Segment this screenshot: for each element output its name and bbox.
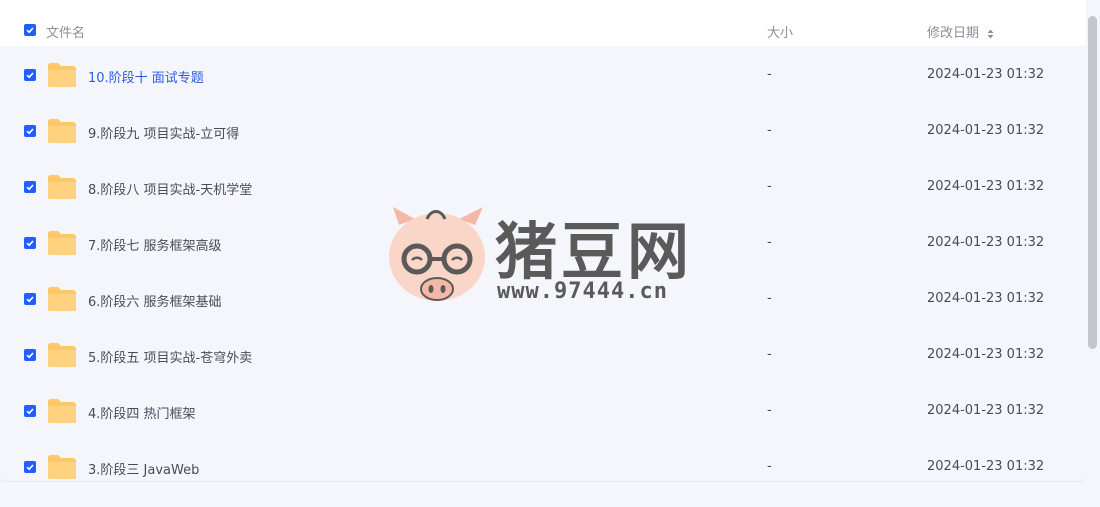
file-row[interactable]: 8.阶段八 项目实战-天机学堂 - 2024-01-23 01:32 [0,158,1086,214]
column-header-size[interactable]: 大小 [767,22,793,41]
file-modified-date: 2024-01-23 01:32 [927,179,1045,194]
checkmark-icon [26,240,34,247]
file-modified-date: 2024-01-23 01:32 [927,67,1045,82]
file-name-link[interactable]: 8.阶段八 项目实战-天机学堂 [88,179,252,198]
file-list-panel: 文件名 大小 修改日期 10.阶段十 面试专题 - 2024-01-23 01:32… [0,0,1086,482]
checkmark-icon [26,352,34,359]
checkmark-icon [26,27,34,34]
folder-icon [48,343,76,367]
file-size: - [767,347,772,362]
folder-icon [48,399,76,423]
checkmark-icon [26,72,34,79]
file-row[interactable]: 4.阶段四 热门框架 - 2024-01-23 01:32 [0,382,1086,438]
folder-icon [48,175,76,199]
file-list-header: 文件名 大小 修改日期 [0,0,1086,46]
file-size: - [767,459,772,474]
file-row[interactable]: 7.阶段七 服务框架高级 - 2024-01-23 01:32 [0,214,1086,270]
file-name-link[interactable]: 9.阶段九 项目实战-立可得 [88,123,239,142]
file-name-link[interactable]: 10.阶段十 面试专题 [88,67,204,86]
file-row[interactable]: 10.阶段十 面试专题 - 2024-01-23 01:32 [0,46,1086,102]
file-size: - [767,235,772,250]
file-size: - [767,291,772,306]
file-name-link[interactable]: 5.阶段五 项目实战-苍穹外卖 [88,347,252,366]
select-all-checkbox[interactable] [24,24,36,36]
file-modified-date: 2024-01-23 01:32 [927,347,1045,362]
file-size: - [767,403,772,418]
file-modified-date: 2024-01-23 01:32 [927,459,1045,474]
file-size: - [767,123,772,138]
file-name-link[interactable]: 4.阶段四 热门框架 [88,403,196,422]
checkmark-icon [26,128,34,135]
checkmark-icon [26,184,34,191]
folder-icon [48,287,76,311]
file-row[interactable]: 9.阶段九 项目实战-立可得 - 2024-01-23 01:32 [0,102,1086,158]
row-checkbox[interactable] [24,125,36,137]
row-checkbox[interactable] [24,181,36,193]
file-modified-date: 2024-01-23 01:32 [927,123,1045,138]
file-name-link[interactable]: 7.阶段七 服务框架高级 [88,235,222,254]
file-size: - [767,179,772,194]
sort-icon[interactable] [987,29,994,39]
folder-icon [48,63,76,87]
checkmark-icon [26,408,34,415]
row-checkbox[interactable] [24,349,36,361]
row-checkbox[interactable] [24,69,36,81]
file-size: - [767,67,772,82]
file-row[interactable]: 6.阶段六 服务框架基础 - 2024-01-23 01:32 [0,270,1086,326]
file-modified-date: 2024-01-23 01:32 [927,291,1045,306]
file-name-link[interactable]: 3.阶段三 JavaWeb [88,459,199,478]
row-checkbox[interactable] [24,405,36,417]
file-row[interactable]: 3.阶段三 JavaWeb - 2024-01-23 01:32 [0,438,1086,481]
scrollbar-thumb[interactable] [1088,16,1097,349]
checkmark-icon [26,296,34,303]
column-header-date[interactable]: 修改日期 [927,22,994,41]
column-header-name[interactable]: 文件名 [46,22,85,41]
folder-icon [48,455,76,479]
row-checkbox[interactable] [24,461,36,473]
file-modified-date: 2024-01-23 01:32 [927,235,1045,250]
file-row[interactable]: 5.阶段五 项目实战-苍穹外卖 - 2024-01-23 01:32 [0,326,1086,382]
column-header-date-label: 修改日期 [927,26,980,41]
file-modified-date: 2024-01-23 01:32 [927,403,1045,418]
file-name-link[interactable]: 6.阶段六 服务框架基础 [88,291,222,310]
folder-icon [48,119,76,143]
folder-icon [48,231,76,255]
row-checkbox[interactable] [24,237,36,249]
row-checkbox[interactable] [24,293,36,305]
checkmark-icon [26,464,34,471]
